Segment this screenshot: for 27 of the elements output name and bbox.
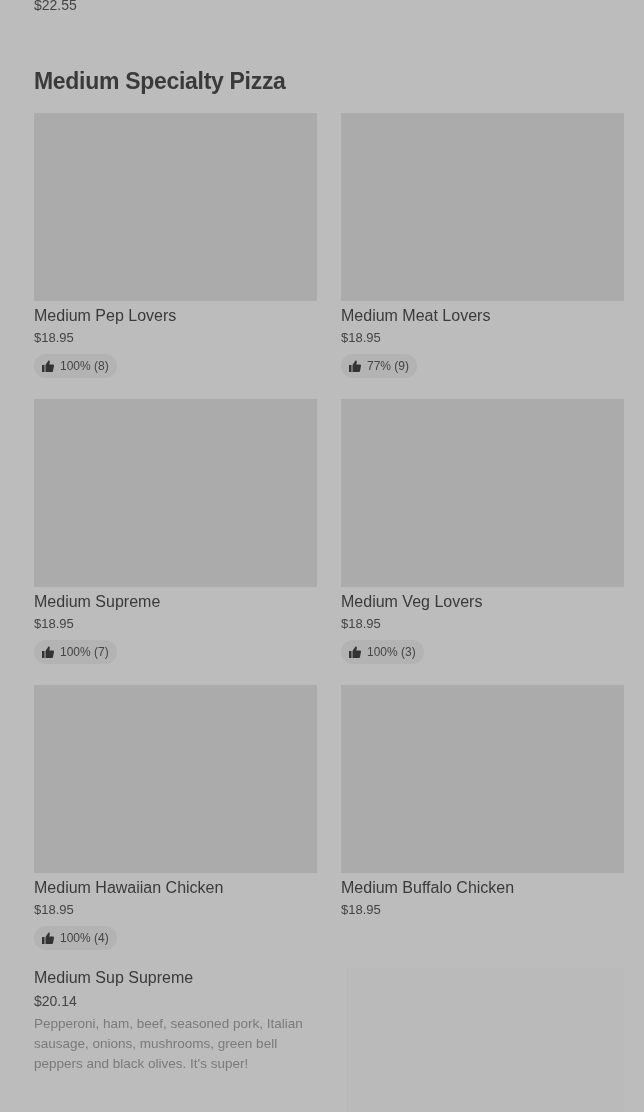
thumbs-up-icon bbox=[42, 646, 54, 658]
rating-text: 77% (9) bbox=[367, 359, 410, 373]
rating-text: 100% (8) bbox=[60, 359, 109, 373]
thumbs-up-icon bbox=[42, 360, 54, 372]
item-name[interactable]: Medium Buffalo Chicken bbox=[341, 878, 624, 898]
item-price: $18.95 bbox=[34, 902, 75, 918]
rating-text: 100% (3) bbox=[367, 645, 416, 659]
item-price: $18.95 bbox=[341, 330, 382, 346]
item-name[interactable]: Medium Supreme bbox=[34, 592, 317, 612]
item-name[interactable]: Medium Pep Lovers bbox=[34, 306, 317, 326]
item-price: $18.95 bbox=[34, 616, 75, 632]
item-description: Pepperoni, ham, beef, seasoned pork, Italian sausage, onions, mushrooms, green bell peppers and black olives. It's super! bbox=[34, 1015, 304, 1073]
thumbs-up-icon bbox=[349, 360, 361, 372]
thumbs-up-icon bbox=[349, 646, 361, 658]
item-name[interactable]: Medium Veg Lovers bbox=[341, 592, 624, 612]
item-price: $18.95 bbox=[341, 902, 382, 918]
item-name[interactable]: Medium Hawaiian Chicken bbox=[34, 878, 317, 898]
item-price: $20.14 bbox=[34, 993, 78, 1009]
item-name[interactable]: Medium Sup Supreme bbox=[34, 968, 317, 988]
thumbs-up-icon bbox=[42, 932, 54, 944]
item-price: $18.95 bbox=[34, 330, 75, 346]
item-name[interactable]: Medium Meat Lovers bbox=[341, 306, 624, 326]
item-price: $18.95 bbox=[341, 616, 382, 632]
rating-text: 100% (4) bbox=[60, 931, 109, 945]
item-price: $22.55 bbox=[34, 0, 77, 13]
rating-text: 100% (7) bbox=[60, 645, 109, 659]
section-heading: Medium Specialty Pizza bbox=[34, 67, 287, 96]
